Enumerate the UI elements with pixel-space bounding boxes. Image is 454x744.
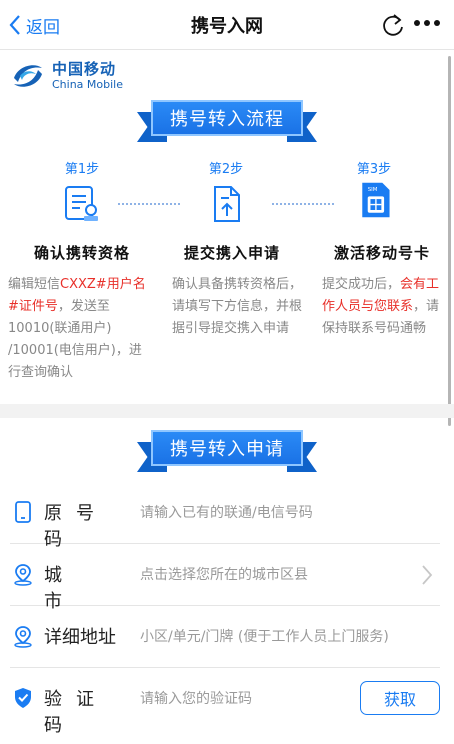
address-label: 详细地址 [44,623,134,649]
scrollbar[interactable] [448,56,451,426]
brand-name-cn: 中国移动 [52,60,117,78]
more-dot [434,20,440,26]
step-1-desc-text: 编辑短信 [8,277,61,292]
step-3-desc-text: 提交成功后， [322,277,401,292]
nav-bar: 返回 携号入网 [0,0,454,50]
code-label: 验证码 [44,685,134,737]
original-number-input[interactable] [140,500,420,526]
china-mobile-logo: 中国移动 China Mobile [10,58,123,94]
step-2-label: 第2步 [208,162,244,177]
chevron-right-icon [422,565,433,585]
step-2-desc-text: 确认具备携转资格后，请填写下方信息，并根据引导提交携入申请 [172,277,303,336]
more-button[interactable] [414,20,440,30]
step-1-title: 确认携转资格 [33,244,130,262]
address-input[interactable] [140,624,420,650]
form-row-address: 详细地址 [10,606,440,668]
step-2-description: 确认具备携转资格后，请填写下方信息，并根据引导提交携入申请 [172,274,302,340]
more-dot [424,20,430,26]
location-pin-icon [14,564,32,586]
document-upload-icon [214,186,240,222]
location-pin-icon [14,626,32,648]
city-select[interactable] [140,562,420,588]
document-check-icon [65,186,98,221]
refresh-icon[interactable] [380,12,406,38]
process-banner: 携号转入流程 [137,100,317,150]
form-row-phone: 原号码 [10,482,440,550]
apply-banner: 携号转入申请 [137,430,317,480]
brand-name-en: China Mobile [52,78,124,91]
step-1-description: 编辑短信CXXZ#用户名#证件号，发送至10010(联通用户) /10001(电… [8,274,150,384]
step-3-description: 提交成功后，会有工作人员与您联系，请保持联系号码通畅 [322,274,446,340]
form-row-code: 验证码 获取 [10,668,440,736]
code-label-text: 验证码 [44,689,108,736]
step-connector [118,203,180,205]
step-connector [272,203,334,205]
step-2-title: 提交携入申请 [183,244,280,262]
step-3-title: 激活移动号卡 [333,244,430,262]
verification-code-input[interactable] [140,686,340,712]
step-1-label: 第1步 [64,162,100,177]
more-dot [414,20,420,26]
step-3-label: 第3步 [356,162,392,177]
phone-icon [15,501,31,523]
china-mobile-logo-icon [14,65,42,87]
get-code-button[interactable]: 获取 [360,681,440,715]
process-banner-title: 携号转入流程 [151,100,303,136]
sim-card-icon: SIM [362,182,390,218]
shield-check-icon [15,688,31,708]
form-row-city[interactable]: 城市 [10,544,440,612]
svg-text:SIM: SIM [368,187,378,193]
address-label-text: 详细地址 [44,627,116,648]
section-divider [0,404,454,418]
apply-banner-title: 携号转入申请 [151,430,303,466]
